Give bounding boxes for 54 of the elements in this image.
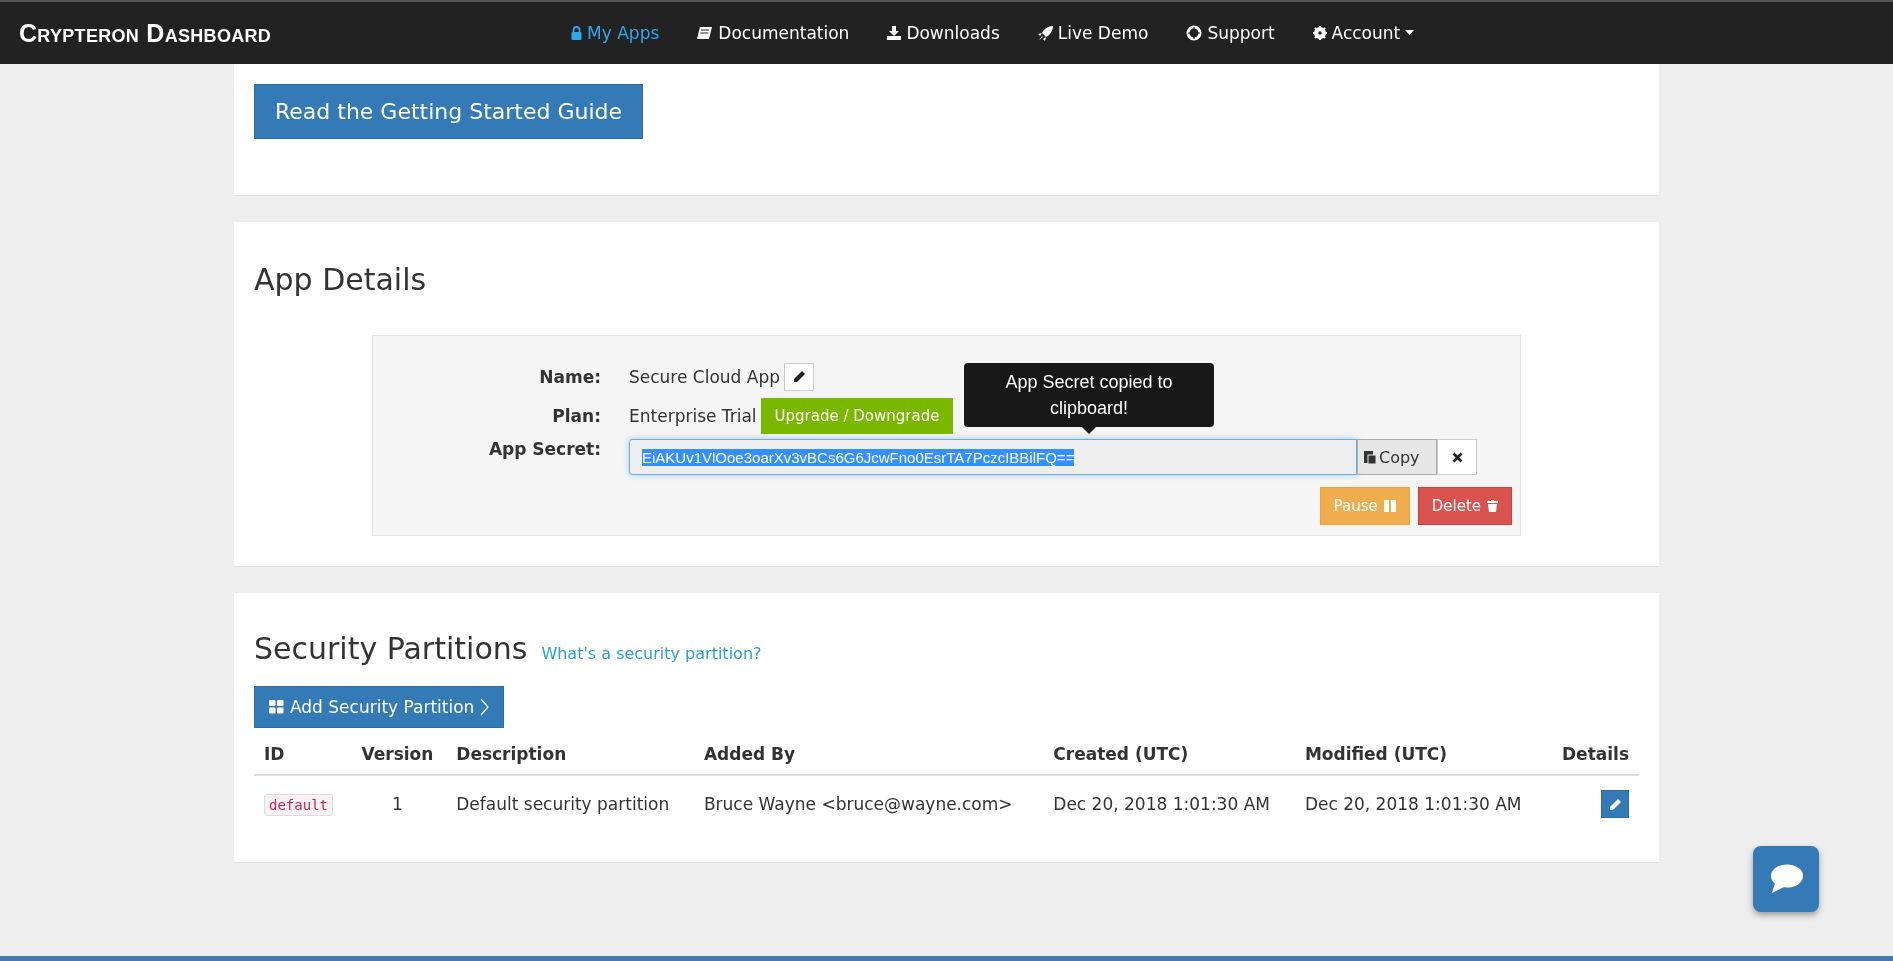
nav-link[interactable]: My Apps: [571, 23, 660, 43]
pencil-icon: [1608, 797, 1622, 811]
partition-id: default: [264, 794, 333, 816]
table-cell: Dec 20, 2018 1:01:30 AM: [1043, 775, 1295, 832]
clear-button[interactable]: [1437, 439, 1477, 475]
column-header: Modified (UTC): [1294, 734, 1547, 775]
section-title: App Details: [254, 262, 428, 297]
column-header: Created (UTC): [1043, 734, 1295, 775]
chevron-right-icon: [480, 698, 490, 716]
book-icon: [697, 26, 714, 40]
tooltip: App Secret copied to clipboard!: [964, 363, 1214, 427]
brand-title[interactable]: Crypteron Dashboard: [19, 18, 272, 48]
table-cell: Default security partition: [446, 775, 694, 832]
trash-icon: [1487, 500, 1498, 512]
nav-link[interactable]: Documentation: [697, 23, 850, 43]
guide-button[interactable]: Read the Getting Started Guide: [254, 84, 644, 139]
chat-button[interactable]: [1753, 846, 1819, 912]
secret-field[interactable]: EiAKUv1VlOoe3oarXv3vBCs6G6JcwFno0EsrTA7PczcIBBilFQ==: [629, 439, 1357, 475]
gear-icon: [1312, 26, 1327, 40]
edit-button[interactable]: [784, 362, 815, 391]
lock-icon: [571, 26, 583, 40]
table-cell: 1: [348, 775, 447, 832]
chat-bubble-icon: [1769, 864, 1803, 894]
delete-button[interactable]: Delete: [1417, 487, 1512, 525]
column-header: Version: [348, 734, 447, 775]
section-title: Security Partitions: [254, 631, 528, 666]
close-icon: [1451, 451, 1463, 463]
table-cell: Dec 20, 2018 1:01:30 AM: [1294, 775, 1547, 832]
grid-icon: [269, 700, 284, 714]
app-name: Secure Cloud App: [629, 366, 781, 387]
details-button[interactable]: [1601, 790, 1629, 818]
nav-link[interactable]: Support: [1186, 23, 1275, 43]
download-icon: [887, 26, 902, 40]
rocket-icon: [1037, 25, 1053, 41]
nav-link[interactable]: Downloads: [887, 23, 1000, 43]
field-label: Plan:: [551, 406, 601, 426]
nav-link[interactable]: Account: [1312, 23, 1415, 43]
lifebuoy-icon: [1186, 25, 1203, 41]
field-label: App Secret:: [487, 439, 601, 459]
field-label: Name:: [538, 366, 601, 387]
pencil-icon: [792, 370, 806, 383]
help-link[interactable]: What's a security partition?: [541, 644, 762, 663]
copy-button[interactable]: Copy: [1357, 439, 1437, 475]
clipboard-icon: [1364, 450, 1376, 464]
caret-icon: [1405, 30, 1415, 36]
plan-name: Enterprise Trial: [629, 406, 757, 426]
table-cell: Bruce Wayne <bruce@wayne.com>: [693, 775, 1044, 832]
column-header: ID: [254, 734, 349, 775]
nav-link[interactable]: Live Demo: [1037, 23, 1149, 43]
column-header: Details: [1546, 734, 1639, 775]
pause-icon: [1383, 500, 1396, 512]
column-header: Description: [446, 734, 694, 775]
column-header: Added By: [693, 734, 1044, 775]
add-partition-button[interactable]: Add Security Partition: [254, 686, 505, 728]
